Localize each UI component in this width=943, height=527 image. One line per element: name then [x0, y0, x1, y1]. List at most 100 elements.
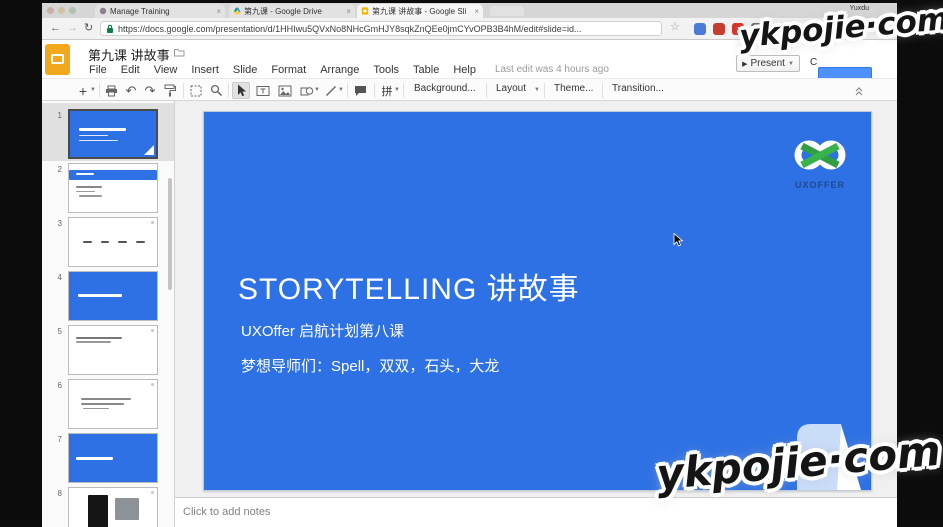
new-tab-button[interactable] [490, 6, 524, 16]
slide-thumbnail-3[interactable] [68, 217, 158, 267]
tab-close-icon[interactable]: × [346, 7, 351, 16]
slide-row-3[interactable]: 3 [42, 213, 174, 267]
slide-canvas: UXOFFER STORYTELLING 讲故事 UXOffer 启航计划第八课… [175, 101, 897, 497]
comments-button[interactable]: C [810, 57, 817, 68]
thumb-photo-grey [115, 498, 139, 520]
new-slide-caret-icon[interactable]: ▼ [90, 87, 96, 93]
slide-thumbnail-1[interactable] [68, 109, 158, 159]
layout-button[interactable]: Layout [496, 83, 526, 94]
menu-tools[interactable]: Tools [366, 64, 406, 76]
play-icon: ▶ [742, 60, 747, 68]
slide-mentors-text[interactable]: 梦想导师们：Spell，双双，石头，大龙 [241, 355, 499, 376]
extension-icon[interactable] [713, 23, 725, 35]
comment-tool-button[interactable] [351, 82, 369, 99]
extension-icon[interactable] [770, 23, 782, 35]
slide-number: 1 [46, 111, 62, 120]
minimize-window-button[interactable] [58, 7, 65, 14]
thumb-mark [151, 491, 154, 494]
menu-table[interactable]: Table [406, 64, 446, 76]
extension-icon[interactable] [827, 23, 839, 35]
slide-row-8[interactable]: 8 [42, 483, 174, 527]
select-tool-button[interactable] [232, 82, 250, 99]
slide-row-6[interactable]: 6 [42, 375, 174, 429]
slide-row-4[interactable]: 4 [42, 267, 174, 321]
slide-row-5[interactable]: 5 [42, 321, 174, 375]
slides-header: 第九课 讲故事 File Edit View Insert Slide Form… [42, 40, 897, 78]
tab-manage-training[interactable]: Manage Training × [95, 4, 225, 18]
layout-caret-icon[interactable]: ▼ [534, 87, 540, 93]
extension-icon[interactable] [789, 23, 801, 35]
present-label: Present [750, 58, 784, 69]
extension-icon[interactable] [694, 23, 706, 35]
extension-icon[interactable] [751, 23, 763, 35]
collapse-toolbar-icon[interactable] [854, 84, 864, 102]
zoom-fit-button[interactable] [187, 82, 205, 99]
slide-thumbnail-6[interactable] [68, 379, 158, 429]
theme-button[interactable]: Theme... [554, 83, 593, 94]
tab-strip: Manage Training × 第九课 - Google Drive × 第… [42, 3, 897, 18]
tab-google-slides-active[interactable]: 第九课 讲故事 - Google Sli × [357, 4, 483, 18]
tab-google-drive[interactable]: 第九课 - Google Drive × [229, 4, 355, 18]
slide-thumbnail-7[interactable] [68, 433, 158, 483]
current-slide[interactable]: UXOFFER STORYTELLING 讲故事 UXOffer 启航计划第八课… [203, 111, 872, 491]
last-edit-status[interactable]: Last edit was 4 hours ago [495, 64, 609, 75]
thumb-mark [151, 221, 154, 224]
slide-thumbnail-8[interactable] [68, 487, 158, 527]
forward-icon[interactable]: → [67, 21, 78, 35]
slide-thumbnail-5[interactable] [68, 325, 158, 375]
back-icon[interactable]: ← [50, 21, 61, 35]
slide-subtitle-text[interactable]: UXOffer 启航计划第八课 [241, 320, 404, 341]
tab-close-icon[interactable]: × [474, 7, 479, 16]
menu-arrange[interactable]: Arrange [313, 64, 366, 76]
extension-icon[interactable] [732, 23, 744, 35]
menu-file[interactable]: File [82, 64, 114, 76]
shape-caret-icon[interactable]: ▼ [314, 87, 320, 93]
present-button[interactable]: ▶ Present ▼ [736, 55, 800, 72]
slide-row-1[interactable]: 1 [42, 105, 174, 159]
url-input[interactable]: https://docs.google.com/presentation/d/1… [100, 21, 662, 36]
slide-title-text[interactable]: STORYTELLING 讲故事 [238, 264, 580, 308]
menu-insert[interactable]: Insert [184, 64, 226, 76]
undo-button[interactable]: ↶ [122, 82, 140, 99]
speaker-notes-area[interactable]: Click to add notes [175, 497, 897, 527]
insert-image-button[interactable] [276, 82, 294, 99]
slide-row-7[interactable]: 7 [42, 429, 174, 483]
filmstrip-scrollbar[interactable] [168, 178, 172, 290]
chrome-profile-name[interactable]: Yuxdu [850, 5, 869, 12]
menu-format[interactable]: Format [264, 64, 313, 76]
uxoffer-logo-text: UXOFFER [787, 180, 853, 190]
slide-thumbnail-2[interactable] [68, 163, 158, 213]
zoom-window-button[interactable] [69, 7, 76, 14]
thumb-mark [151, 329, 154, 332]
slide-filmstrip: 1 2 3 [42, 101, 175, 527]
address-bar-row: ← → ↻ https://docs.google.com/presentati… [42, 18, 897, 40]
uxoffer-logo-icon [790, 138, 850, 174]
tab-close-icon[interactable]: × [216, 7, 221, 16]
textbox-tool-button[interactable] [254, 82, 272, 99]
zoom-button[interactable] [207, 82, 225, 99]
print-button[interactable] [102, 82, 120, 99]
slides-app-icon[interactable] [45, 44, 70, 75]
menu-slide[interactable]: Slide [226, 64, 264, 76]
slides-glyph [51, 54, 64, 64]
thumb-corner-fold [144, 145, 154, 155]
slide-number: 7 [46, 435, 62, 444]
slide-thumbnail-4[interactable] [68, 271, 158, 321]
bookmark-star-icon[interactable]: ☆ [670, 20, 680, 33]
menu-help[interactable]: Help [446, 64, 483, 76]
redo-button[interactable]: ↷ [141, 82, 159, 99]
background-button[interactable]: Background... [414, 83, 476, 94]
tab-title: Manage Training [110, 7, 213, 16]
menu-view[interactable]: View [147, 64, 185, 76]
close-window-button[interactable] [47, 7, 54, 14]
menu-edit[interactable]: Edit [114, 64, 147, 76]
move-to-folder-icon[interactable] [174, 48, 185, 57]
video-frame: Manage Training × 第九课 - Google Drive × 第… [0, 0, 943, 527]
input-tools-caret-icon[interactable]: ▼ [394, 87, 400, 93]
transition-button[interactable]: Transition... [612, 83, 664, 94]
line-caret-icon[interactable]: ▼ [338, 87, 344, 93]
extension-icon[interactable] [808, 23, 820, 35]
paint-format-button[interactable] [161, 82, 179, 99]
reload-icon[interactable]: ↻ [84, 21, 93, 35]
slide-row-2[interactable]: 2 [42, 159, 174, 213]
